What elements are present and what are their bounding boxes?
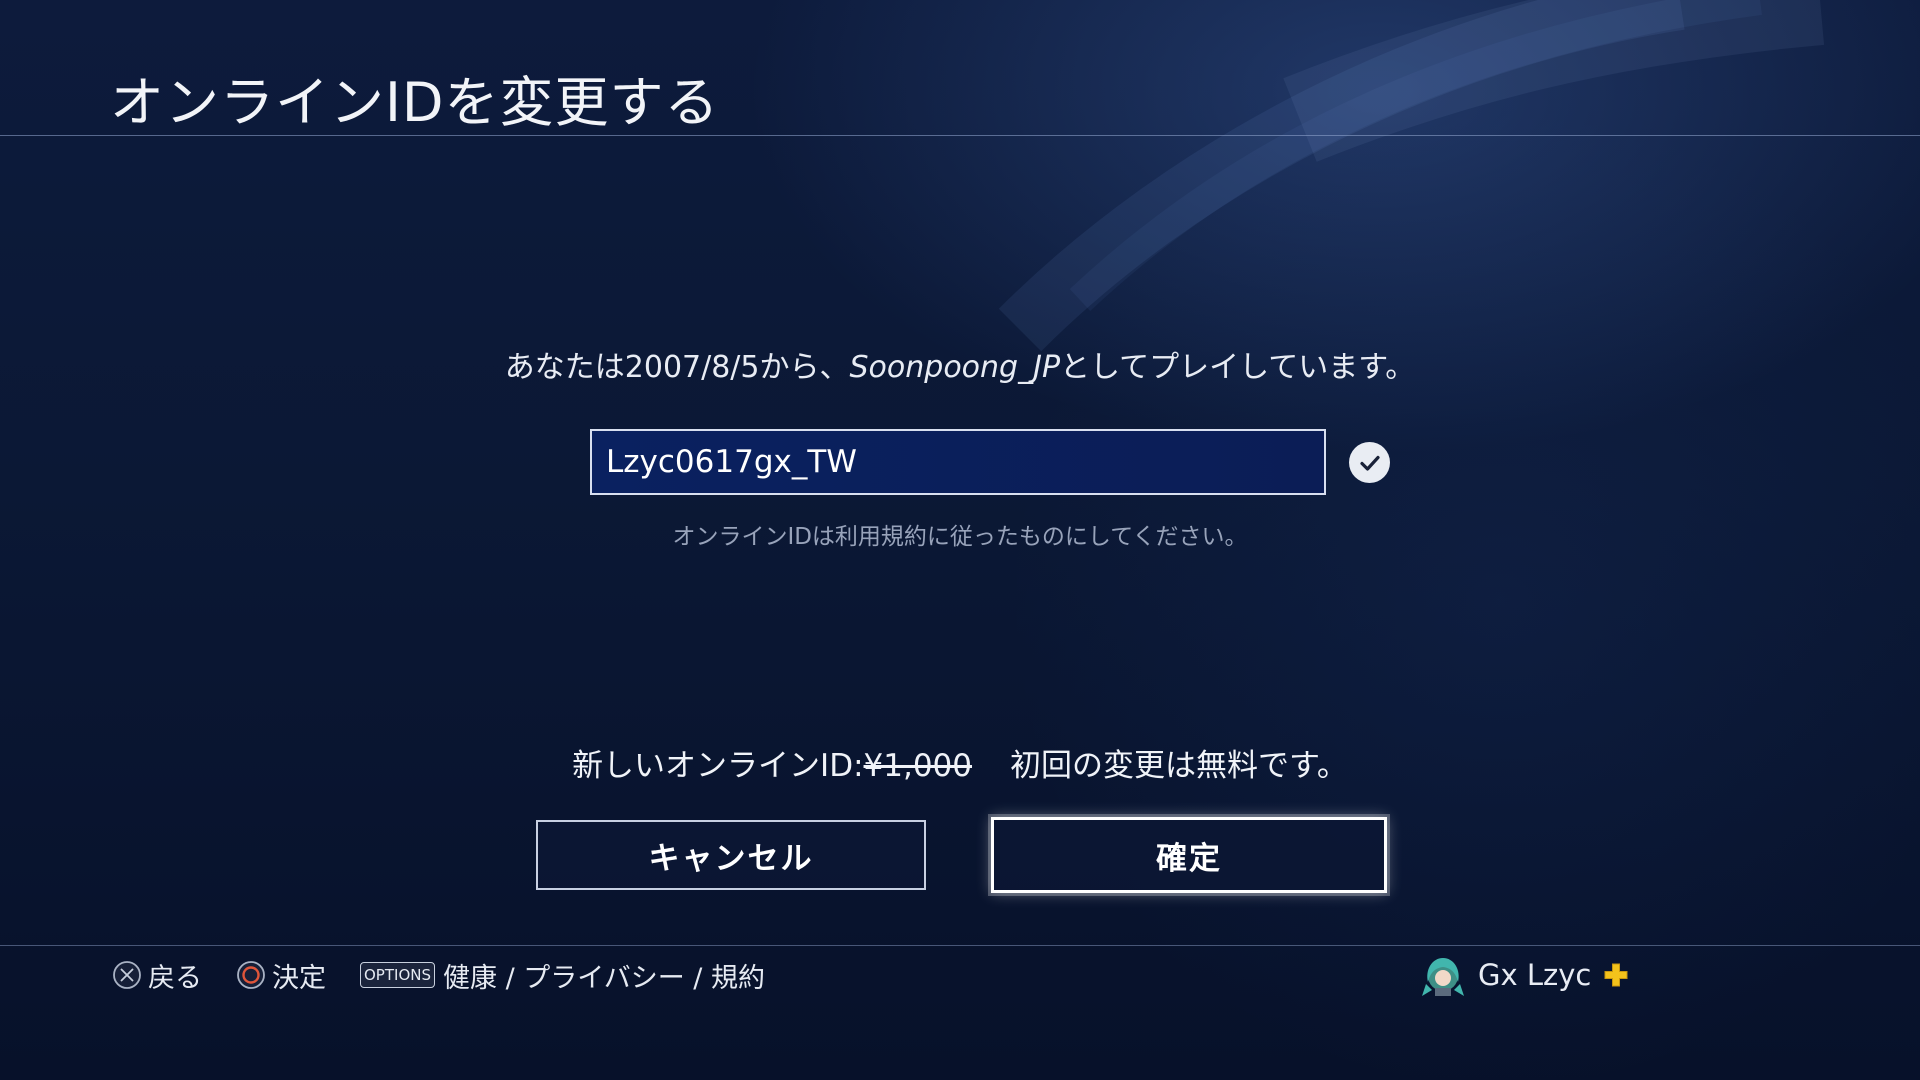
back-hint[interactable]: 戻る xyxy=(112,956,202,995)
check-circle-icon xyxy=(1349,442,1390,483)
price-label: 新しいオンラインID: xyxy=(572,748,864,784)
page-title: オンラインIDを変更する xyxy=(110,71,720,134)
options-label: 健康 / プライバシー / 規約 xyxy=(443,962,765,994)
footer-divider xyxy=(0,945,1920,946)
cancel-button[interactable]: キャンセル xyxy=(536,820,926,890)
online-id-input[interactable] xyxy=(590,429,1326,495)
enter-label: 決定 xyxy=(272,962,326,994)
header-divider xyxy=(0,135,1920,136)
user-profile[interactable]: Gx Lzyc xyxy=(1420,950,1629,1000)
cross-button-icon xyxy=(112,960,142,990)
back-label: 戻る xyxy=(148,962,202,994)
circle-button-icon xyxy=(236,960,266,990)
price-info: 新しいオンラインID:¥1,000 初回の変更は無料です。 xyxy=(0,740,1920,785)
info-prefix: あなたは2007/8/5から、 xyxy=(504,350,850,385)
free-note: 初回の変更は無料です。 xyxy=(1010,748,1348,784)
terms-hint: オンラインIDは利用規約に従ったものにしてください。 xyxy=(672,524,1248,550)
avatar xyxy=(1422,958,1464,996)
current-online-id: Soonpoong_JP xyxy=(849,350,1061,385)
options-hint[interactable]: OPTIONS 健康 / プライバシー / 規約 xyxy=(360,956,765,995)
current-id-info: あなたは2007/8/5から、Soonpoong_JPとしてプレイしています。 xyxy=(0,342,1920,386)
options-button-icon: OPTIONS xyxy=(360,962,435,988)
confirm-button[interactable]: 確定 xyxy=(991,817,1387,893)
info-suffix: としてプレイしています。 xyxy=(1060,350,1416,385)
user-name: Gx Lzyc xyxy=(1478,958,1592,992)
button-guide: 戻る 決定 OPTIONS 健康 / プライバシー / 規約 xyxy=(112,955,799,995)
playstation-plus-icon xyxy=(1604,963,1628,987)
enter-hint[interactable]: 決定 xyxy=(236,956,326,995)
old-price: ¥1,000 xyxy=(863,748,973,784)
